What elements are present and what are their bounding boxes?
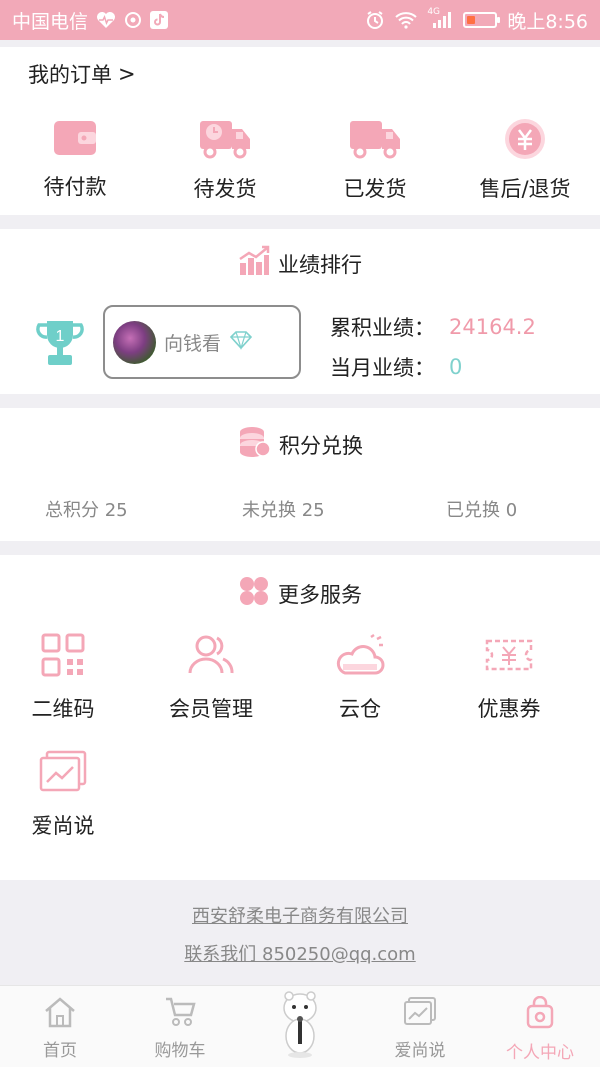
- tab-profile[interactable]: 个人中心: [480, 986, 600, 1067]
- chart-icon: [39, 750, 87, 798]
- performance-stats: 累积业绩： 24164.2 当月业绩： 0: [330, 307, 536, 387]
- truck-clock-icon: [198, 117, 252, 165]
- order-label: 待发货: [193, 177, 257, 201]
- services-title-text: 更多服务: [278, 582, 362, 607]
- diamond-icon: [229, 330, 253, 354]
- trophy-icon: 1: [34, 317, 86, 373]
- service-aishangshuo[interactable]: 爱尚说: [0, 750, 138, 840]
- service-label: 云仓: [339, 697, 381, 721]
- tab-label: 个人中心: [506, 1043, 574, 1063]
- coins-icon: [237, 426, 271, 463]
- service-label: 爱尚说: [31, 814, 95, 838]
- battery-level: [467, 16, 476, 24]
- services-card: 更多服务 二维码 会员管理 云仓 优惠券 爱尚说: [0, 555, 600, 880]
- footer: 西安舒柔电子商务有限公司 联系我们 850250@qq.com: [0, 880, 600, 985]
- settings-circle-icon: [124, 11, 142, 29]
- network-type-label: 4G: [427, 7, 441, 17]
- rank-number: 1: [56, 328, 65, 345]
- user-card[interactable]: 向钱看: [103, 305, 301, 379]
- bag-icon: [523, 995, 557, 1034]
- chart-icon: [403, 996, 437, 1032]
- performance-title-text: 业绩排行: [278, 252, 362, 277]
- order-pending-shipment[interactable]: 待发货: [150, 117, 300, 203]
- avatar: [113, 320, 156, 364]
- monthly-value: 0: [449, 355, 463, 379]
- tab-cart[interactable]: 购物车: [120, 986, 240, 1067]
- user-name: 向钱看: [164, 332, 222, 355]
- mascot-icon: [278, 990, 322, 1064]
- performance-card: 业绩排行 1 向钱看 累积业绩： 24164.2 当月业绩： 0: [0, 229, 600, 394]
- order-label: 待付款: [43, 175, 107, 199]
- orders-card: 我的订单 > 待付款 待发货 已发货 售后/退货: [0, 47, 600, 215]
- services-title: 更多服务: [0, 575, 600, 612]
- order-label: 售后/退货: [479, 177, 571, 201]
- order-label: 已发货: [343, 177, 407, 201]
- redeemed-points: 已兑换 0: [446, 500, 518, 521]
- coupon-icon: [484, 633, 534, 681]
- heart-monitor-icon: [96, 11, 116, 29]
- bottom-tab-bar: 首页 购物车 爱尚说 个人中心: [0, 985, 600, 1067]
- tab-home[interactable]: 首页: [0, 986, 120, 1067]
- cart-icon: [163, 996, 197, 1032]
- four-petal-icon: [238, 575, 270, 612]
- tiktok-icon: [150, 11, 169, 29]
- tab-label: 爱尚说: [394, 1041, 446, 1061]
- order-after-sales[interactable]: 售后/退货: [450, 117, 600, 203]
- service-coupons[interactable]: 优惠券: [434, 633, 584, 723]
- service-members[interactable]: 会员管理: [136, 633, 286, 723]
- service-label: 会员管理: [169, 697, 253, 721]
- points-card[interactable]: 积分兑换 总积分 25 未兑换 25 已兑换 0: [0, 408, 600, 541]
- service-label: 优惠券: [477, 697, 541, 721]
- signal-icon: 4G: [427, 7, 453, 29]
- chevron-right-icon: >: [118, 62, 136, 86]
- points-title-text: 积分兑换: [279, 433, 363, 458]
- monthly-label: 当月业绩：: [330, 356, 435, 380]
- bar-chart-icon: [238, 245, 270, 282]
- my-orders-title: 我的订单: [28, 63, 112, 87]
- company-name-link[interactable]: 西安舒柔电子商务有限公司: [0, 902, 600, 928]
- order-shipped[interactable]: 已发货: [300, 117, 450, 203]
- home-icon: [43, 996, 77, 1032]
- clock-label: 晚上8:56: [507, 10, 588, 33]
- tab-mascot[interactable]: [240, 986, 360, 1067]
- service-qr-code[interactable]: 二维码: [0, 633, 138, 723]
- total-points: 总积分 25: [45, 500, 128, 521]
- yuan-refund-icon: [501, 117, 549, 165]
- status-bar: 中国电信 4G 晚上8:56: [0, 0, 600, 40]
- order-pending-payment[interactable]: 待付款: [0, 117, 150, 203]
- service-label: 二维码: [31, 697, 95, 721]
- wifi-icon: [395, 11, 417, 29]
- cumulative-value: 24164.2: [449, 315, 536, 339]
- qr-code-icon: [41, 633, 85, 681]
- performance-title: 业绩排行: [0, 245, 600, 282]
- wallet-icon: [52, 117, 98, 163]
- tab-label: 首页: [43, 1041, 77, 1061]
- service-cloud-warehouse[interactable]: 云仓: [285, 633, 435, 723]
- carrier-label: 中国电信: [12, 10, 89, 33]
- members-icon: [187, 633, 235, 681]
- tab-aishangshuo[interactable]: 爱尚说: [360, 986, 480, 1067]
- cloud-warehouse-icon: [335, 633, 385, 681]
- my-orders-link[interactable]: 我的订单 >: [28, 59, 136, 89]
- tab-label: 购物车: [154, 1041, 206, 1061]
- truck-icon: [348, 117, 402, 165]
- contact-link[interactable]: 联系我们 850250@qq.com: [0, 940, 600, 966]
- points-title: 积分兑换: [0, 426, 600, 463]
- battery-icon: [463, 12, 501, 28]
- cumulative-label: 累积业绩：: [330, 316, 435, 340]
- alarm-icon: [365, 10, 385, 30]
- unredeemed-points: 未兑换 25: [242, 500, 325, 521]
